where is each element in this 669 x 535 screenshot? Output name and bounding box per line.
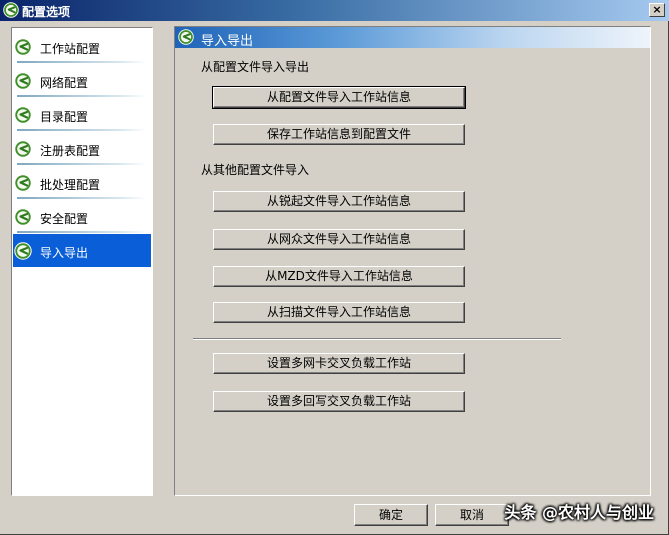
sidebar-item-workstation-config[interactable]: 工作站配置 xyxy=(13,30,151,63)
app-logo-icon xyxy=(14,174,32,192)
app-logo-icon xyxy=(14,72,32,90)
item-divider xyxy=(17,197,147,199)
section-label-other-config: 从其他配置文件导入 xyxy=(201,163,310,177)
sidebar-item-directory-config[interactable]: 目录配置 xyxy=(13,98,151,131)
import-from-ruiqi-button[interactable]: 从锐起文件导入工作站信息 xyxy=(213,191,465,212)
sidebar-item-label: 网络配置 xyxy=(40,76,89,90)
import-from-scan-button[interactable]: 从扫描文件导入工作站信息 xyxy=(213,302,465,323)
sidebar-item-security-config[interactable]: 安全配置 xyxy=(13,200,151,233)
separator xyxy=(193,338,561,340)
multi-writeback-load-button[interactable]: 设置多回写交叉负载工作站 xyxy=(213,391,465,412)
item-divider xyxy=(17,163,147,165)
app-logo-icon xyxy=(14,242,32,260)
section-label-config-file: 从配置文件导入导出 xyxy=(201,60,310,74)
close-button[interactable]: × xyxy=(649,3,665,17)
sidebar-item-label: 安全配置 xyxy=(40,212,89,226)
panel-header: 导入导出 xyxy=(175,27,650,49)
window-title: 配置选项 xyxy=(22,5,71,19)
ok-button[interactable]: 确定 xyxy=(354,504,428,526)
import-from-config-button[interactable]: 从配置文件导入工作站信息 xyxy=(212,86,466,109)
sidebar-item-label: 导入导出 xyxy=(40,246,89,260)
import-from-mzd-button[interactable]: 从MZD文件导入工作站信息 xyxy=(213,266,465,287)
sidebar-item-import-export[interactable]: 导入导出 xyxy=(13,234,151,267)
item-divider xyxy=(17,129,147,131)
item-divider xyxy=(17,95,147,97)
sidebar-item-registry-config[interactable]: 注册表配置 xyxy=(13,132,151,165)
sidebar-item-label: 批处理配置 xyxy=(40,178,101,192)
item-divider xyxy=(17,61,147,63)
sidebar-item-network-config[interactable]: 网络配置 xyxy=(13,64,151,97)
multi-nic-load-button[interactable]: 设置多网卡交叉负载工作站 xyxy=(213,353,465,374)
app-logo-icon xyxy=(14,38,32,56)
item-divider xyxy=(17,231,147,233)
sidebar-item-label: 工作站配置 xyxy=(40,42,101,56)
config-dialog: 配置选项 × 工作站配置 网络配置 目录配置 注册表配置 批处理配置 安全配置 … xyxy=(0,0,669,535)
app-logo-icon xyxy=(178,29,194,45)
import-export-panel: 导入导出 从配置文件导入导出 从配置文件导入工作站信息 保存工作站信息到配置文件… xyxy=(174,26,651,496)
app-logo-icon xyxy=(3,2,19,18)
panel-title: 导入导出 xyxy=(201,34,254,49)
import-from-wangzhong-button[interactable]: 从网众文件导入工作站信息 xyxy=(213,229,465,250)
sidebar-item-label: 注册表配置 xyxy=(40,144,101,158)
watermark: 头条 @农村人与创业 xyxy=(504,503,654,522)
sidebar-item-label: 目录配置 xyxy=(40,110,89,124)
sidebar: 工作站配置 网络配置 目录配置 注册表配置 批处理配置 安全配置 导入导出 xyxy=(11,27,153,496)
app-logo-icon xyxy=(14,140,32,158)
sidebar-item-batch-config[interactable]: 批处理配置 xyxy=(13,166,151,199)
app-logo-icon xyxy=(14,208,32,226)
title-bar[interactable]: 配置选项 × xyxy=(0,0,669,21)
save-to-config-button[interactable]: 保存工作站信息到配置文件 xyxy=(213,124,465,145)
app-logo-icon xyxy=(14,106,32,124)
cancel-button[interactable]: 取消 xyxy=(435,504,509,526)
